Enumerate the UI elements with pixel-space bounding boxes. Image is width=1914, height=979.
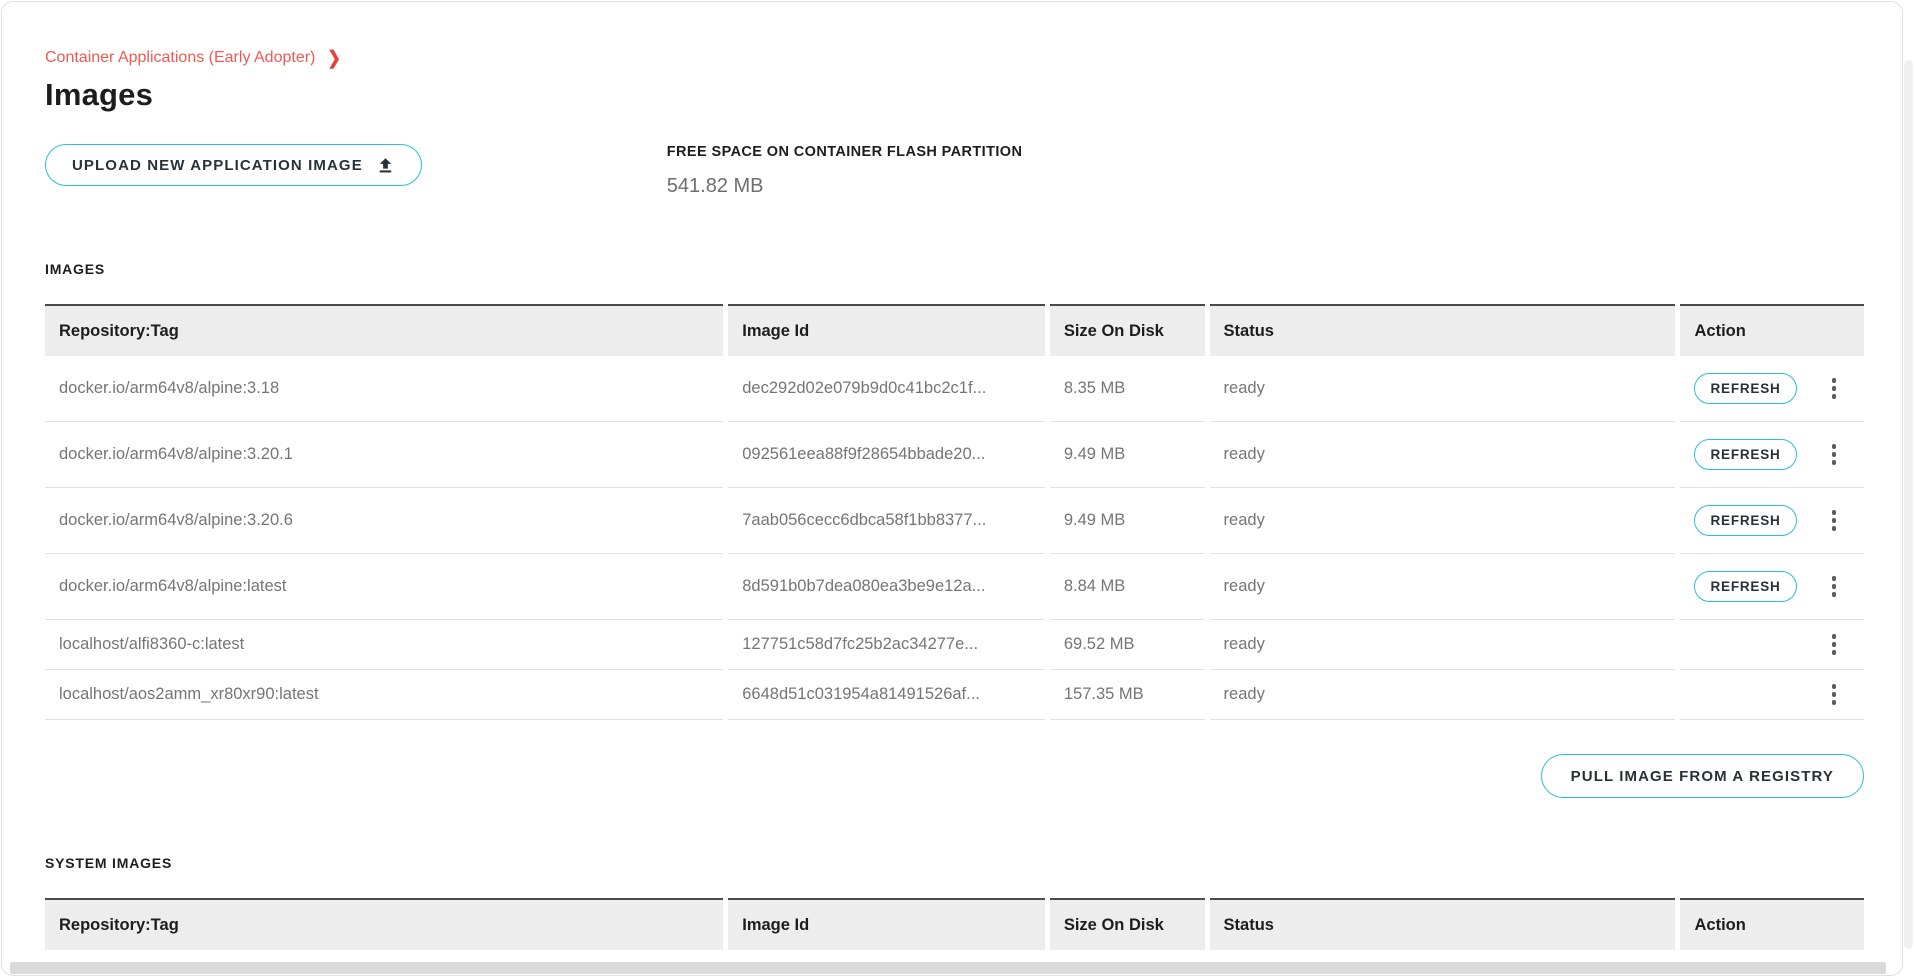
page-title: Images xyxy=(45,77,1864,113)
table-row: docker.io/arm64v8/alpine:3.18 dec292d02e… xyxy=(45,356,1864,422)
horizontal-scrollbar[interactable] xyxy=(10,962,1886,974)
column-header-repository-tag: Repository:Tag xyxy=(45,304,723,356)
system-images-table-wrap: Repository:Tag Image Id Size On Disk Sta… xyxy=(40,898,1869,950)
cell-status: ready xyxy=(1210,488,1676,554)
vertical-scrollbar[interactable] xyxy=(1904,60,1913,949)
cell-action xyxy=(1680,620,1864,670)
cell-status: ready xyxy=(1210,620,1676,670)
system-images-section-title: SYSTEM IMAGES xyxy=(45,855,1864,871)
free-space-block: FREE SPACE ON CONTAINER FLASH PARTITION … xyxy=(667,144,1023,198)
free-space-label: FREE SPACE ON CONTAINER FLASH PARTITION xyxy=(667,144,1023,160)
cell-repository-tag: localhost/aos2amm_xr80xr90:latest xyxy=(45,670,723,720)
table-row: localhost/aos2amm_xr80xr90:latest 6648d5… xyxy=(45,670,1864,720)
toolbar: UPLOAD NEW APPLICATION IMAGE FREE SPACE … xyxy=(45,144,1864,198)
table-row: docker.io/arm64v8/alpine:3.20.1 092561ee… xyxy=(45,422,1864,488)
images-table-header-row: Repository:Tag Image Id Size On Disk Sta… xyxy=(45,304,1864,356)
cell-image-id: 6648d51c031954a81491526af... xyxy=(728,670,1045,720)
cell-status: ready xyxy=(1210,670,1676,720)
column-header-status: Status xyxy=(1210,304,1676,356)
more-vert-icon[interactable] xyxy=(1828,680,1841,709)
cell-status: ready xyxy=(1210,356,1676,422)
refresh-button[interactable]: REFRESH xyxy=(1694,439,1796,470)
cell-size-on-disk: 9.49 MB xyxy=(1050,488,1205,554)
cell-size-on-disk: 8.84 MB xyxy=(1050,554,1205,620)
cell-action: REFRESH xyxy=(1680,554,1864,620)
cell-repository-tag: localhost/alfi8360-c:latest xyxy=(45,620,723,670)
upload-button-label: UPLOAD NEW APPLICATION IMAGE xyxy=(72,157,363,174)
cell-repository-tag: docker.io/arm64v8/alpine:3.18 xyxy=(45,356,723,422)
more-vert-icon[interactable] xyxy=(1828,374,1841,403)
images-table-wrap: Repository:Tag Image Id Size On Disk Sta… xyxy=(40,304,1869,720)
main-panel: Container Applications (Early Adopter) ❯… xyxy=(1,1,1903,976)
more-vert-icon[interactable] xyxy=(1828,630,1841,659)
cell-image-id: 092561eea88f9f28654bbade20... xyxy=(728,422,1045,488)
images-table: Repository:Tag Image Id Size On Disk Sta… xyxy=(40,304,1869,720)
pull-button-row: PULL IMAGE FROM A REGISTRY xyxy=(45,754,1864,798)
cell-status: ready xyxy=(1210,554,1676,620)
table-row: localhost/alfi8360-c:latest 127751c58d7f… xyxy=(45,620,1864,670)
refresh-button[interactable]: REFRESH xyxy=(1694,571,1796,602)
cell-repository-tag: docker.io/arm64v8/alpine:latest xyxy=(45,554,723,620)
column-header-size-on-disk: Size On Disk xyxy=(1050,898,1205,950)
breadcrumb-link-container-applications[interactable]: Container Applications (Early Adopter) xyxy=(45,49,315,67)
column-header-action: Action xyxy=(1680,304,1864,356)
cell-action: REFRESH xyxy=(1680,488,1864,554)
more-vert-icon[interactable] xyxy=(1828,440,1841,469)
table-row: docker.io/arm64v8/alpine:latest 8d591b0b… xyxy=(45,554,1864,620)
cell-size-on-disk: 8.35 MB xyxy=(1050,356,1205,422)
upload-icon xyxy=(376,156,395,175)
cell-repository-tag: docker.io/arm64v8/alpine:3.20.6 xyxy=(45,488,723,554)
system-images-table: Repository:Tag Image Id Size On Disk Sta… xyxy=(40,898,1869,950)
cell-action xyxy=(1680,670,1864,720)
column-header-image-id: Image Id xyxy=(728,898,1045,950)
cell-status: ready xyxy=(1210,422,1676,488)
cell-size-on-disk: 157.35 MB xyxy=(1050,670,1205,720)
cell-size-on-disk: 9.49 MB xyxy=(1050,422,1205,488)
pull-image-from-registry-button[interactable]: PULL IMAGE FROM A REGISTRY xyxy=(1541,754,1864,798)
cell-image-id: 127751c58d7fc25b2ac34277e... xyxy=(728,620,1045,670)
table-row: docker.io/arm64v8/alpine:3.20.6 7aab056c… xyxy=(45,488,1864,554)
system-images-table-header-row: Repository:Tag Image Id Size On Disk Sta… xyxy=(45,898,1864,950)
cell-size-on-disk: 69.52 MB xyxy=(1050,620,1205,670)
more-vert-icon[interactable] xyxy=(1828,506,1841,535)
free-space-value: 541.82 MB xyxy=(667,175,1023,198)
cell-image-id: 7aab056cecc6dbca58f1bb8377... xyxy=(728,488,1045,554)
cell-action: REFRESH xyxy=(1680,422,1864,488)
upload-new-application-image-button[interactable]: UPLOAD NEW APPLICATION IMAGE xyxy=(45,144,422,186)
more-vert-icon[interactable] xyxy=(1828,572,1841,601)
column-header-action: Action xyxy=(1680,898,1864,950)
breadcrumb: Container Applications (Early Adopter) ❯ xyxy=(45,48,1864,68)
refresh-button[interactable]: REFRESH xyxy=(1694,373,1796,404)
cell-image-id: dec292d02e079b9d0c41bc2c1f... xyxy=(728,356,1045,422)
cell-image-id: 8d591b0b7dea080ea3be9e12a... xyxy=(728,554,1045,620)
breadcrumb-chevron-icon: ❯ xyxy=(327,47,340,70)
cell-action: REFRESH xyxy=(1680,356,1864,422)
refresh-button[interactable]: REFRESH xyxy=(1694,505,1796,536)
column-header-size-on-disk: Size On Disk xyxy=(1050,304,1205,356)
column-header-image-id: Image Id xyxy=(728,304,1045,356)
images-section-title: IMAGES xyxy=(45,261,1864,277)
column-header-status: Status xyxy=(1210,898,1676,950)
cell-repository-tag: docker.io/arm64v8/alpine:3.20.1 xyxy=(45,422,723,488)
column-header-repository-tag: Repository:Tag xyxy=(45,898,723,950)
